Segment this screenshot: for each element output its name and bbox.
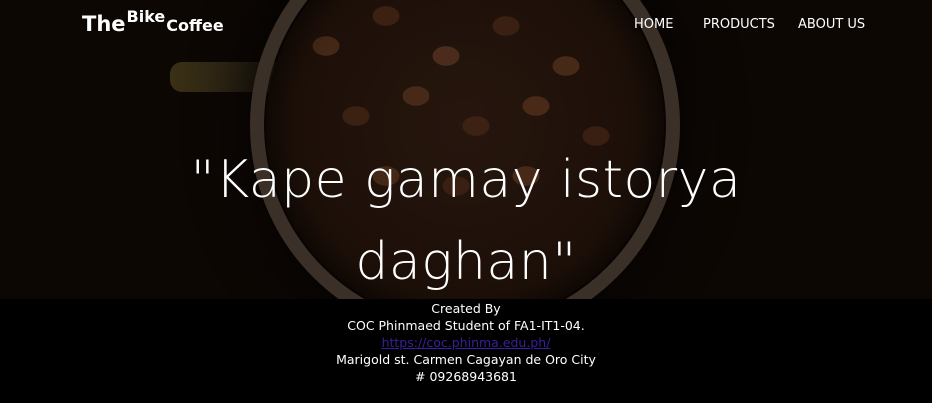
nav-home[interactable]: HOME — [634, 17, 673, 32]
brand-logo[interactable]: TheBikeCoffee — [82, 7, 224, 36]
brand-the: The — [82, 12, 126, 36]
brand-bike: Bike — [126, 7, 166, 26]
tagline-line-2: daghan" — [355, 232, 577, 292]
footer-link[interactable]: https://coc.phinma.edu.ph/ — [382, 335, 551, 350]
footer-created-by: Created By — [431, 301, 501, 316]
tagline-line-1: "Kape gamay istorya — [190, 150, 742, 210]
nav-about-us[interactable]: ABOUT US — [798, 17, 865, 32]
footer-address: Marigold st. Carmen Cagayan de Oro City — [336, 352, 596, 367]
nav-products[interactable]: PRODUCTS — [703, 17, 775, 32]
brand-coffee: Coffee — [166, 16, 224, 35]
footer: Created By COC Phinmaed Student of FA1-I… — [0, 299, 932, 403]
hero-tagline: "Kape gamay istorya daghan" — [0, 139, 932, 303]
footer-student: COC Phinmaed Student of FA1-IT1-04. — [347, 318, 585, 333]
footer-phone: # 09268943681 — [415, 369, 517, 384]
